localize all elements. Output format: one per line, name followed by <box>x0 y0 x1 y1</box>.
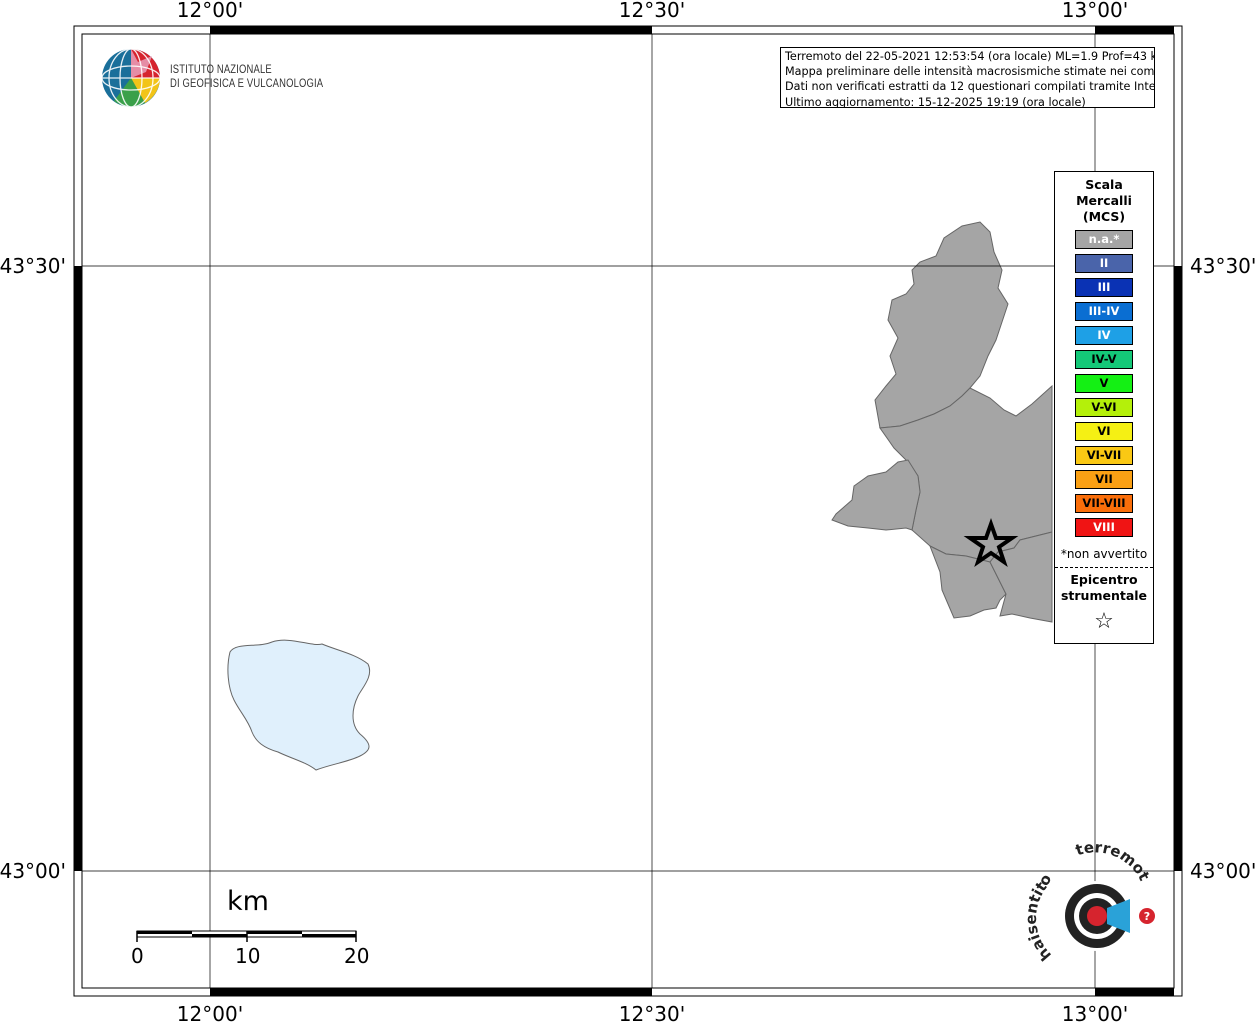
bottom-lon-label-1200: 12°00' <box>177 1002 243 1024</box>
ingv-logo-text: ISTITUTO NAZIONALE DI GEOFISICA E VULCAN… <box>170 63 323 91</box>
right-lat-label-4300: 43°00' <box>1190 859 1256 883</box>
epicenter-label-line2: strumentale <box>1060 588 1148 603</box>
scale-label-20: 20 <box>344 944 370 968</box>
lake-shape <box>227 639 371 771</box>
top-lon-label-1200: 12°00' <box>177 0 243 22</box>
legend-item: VIII <box>1075 518 1133 537</box>
info-line-event: Terremoto del 22-05-2021 12:53:54 (ora l… <box>785 50 1155 63</box>
ingv-line2: DI GEOFISICA E VULCANOLOGIA <box>170 78 324 90</box>
scale-bar <box>136 930 357 942</box>
left-lat-label-4330: 43°30' <box>0 254 66 278</box>
left-lat-label-4300: 43°00' <box>0 859 66 883</box>
ingv-line1: ISTITUTO NAZIONALE <box>170 64 272 76</box>
legend-item: IV-V <box>1075 350 1133 369</box>
legend-title-line2: Mercalli <box>1076 193 1132 208</box>
scale-unit: km <box>227 886 269 917</box>
mcs-legend: Scala Mercalli (MCS) n.a.* II III III-IV IV I… <box>1054 171 1154 644</box>
bottom-lon-label-1300: 13°00' <box>1062 1002 1128 1024</box>
legend-item: III <box>1075 278 1133 297</box>
top-lon-label-1230: 12°30' <box>619 0 685 22</box>
legend-items: n.a.* II III III-IV IV IV-V V V-VI VI VI-VII VII VI… <box>1055 230 1153 537</box>
legend-note: *non avvertito <box>1060 547 1148 561</box>
bottom-lon-label-1230: 12°30' <box>619 1002 685 1024</box>
legend-title-line1: Scala <box>1085 177 1123 192</box>
legend-title: Scala Mercalli (MCS) <box>1055 177 1153 225</box>
municipalities <box>831 221 1053 623</box>
legend-item: V-VI <box>1075 398 1133 417</box>
info-line-last-update: Ultimo aggiornamento: 15-12-2025 19:19 (… <box>785 95 1086 108</box>
legend-item: n.a.* <box>1075 230 1133 249</box>
legend-star-icon: ☆ <box>1094 609 1114 634</box>
right-lat-label-4330: 43°30' <box>1190 254 1256 278</box>
info-line-data-source: Dati non verificati estratti da 12 quest… <box>785 80 1155 94</box>
legend-item: VII <box>1075 470 1133 489</box>
legend-title-line3: (MCS) <box>1082 209 1126 224</box>
info-line-description: Mappa preliminare delle intensità macros… <box>785 65 1155 79</box>
ingv-globe-icon <box>101 48 161 108</box>
legend-divider <box>1055 567 1153 568</box>
legend-item: III-IV <box>1075 302 1133 321</box>
top-lon-label-1300: 13°00' <box>1062 0 1128 22</box>
svg-text:haisentito: haisentito <box>1022 872 1055 965</box>
legend-item: VI-VII <box>1075 446 1133 465</box>
earthquake-info-box: Terremoto del 22-05-2021 12:53:54 (ora l… <box>780 47 1155 108</box>
epicenter-label-line1: Epicentro <box>1070 572 1138 587</box>
svg-text:?: ? <box>1144 910 1150 923</box>
legend-item: VI <box>1075 422 1133 441</box>
municipality-west <box>831 459 921 531</box>
legend-item: VII-VIII <box>1075 494 1133 513</box>
scale-label-0: 0 <box>131 944 144 968</box>
legend-item: V <box>1075 374 1133 393</box>
scale-label-10: 10 <box>235 944 261 968</box>
legend-item: IV <box>1075 326 1133 345</box>
epicenter-label: Epicentro strumentale <box>1055 572 1153 604</box>
legend-item: II <box>1075 254 1133 273</box>
